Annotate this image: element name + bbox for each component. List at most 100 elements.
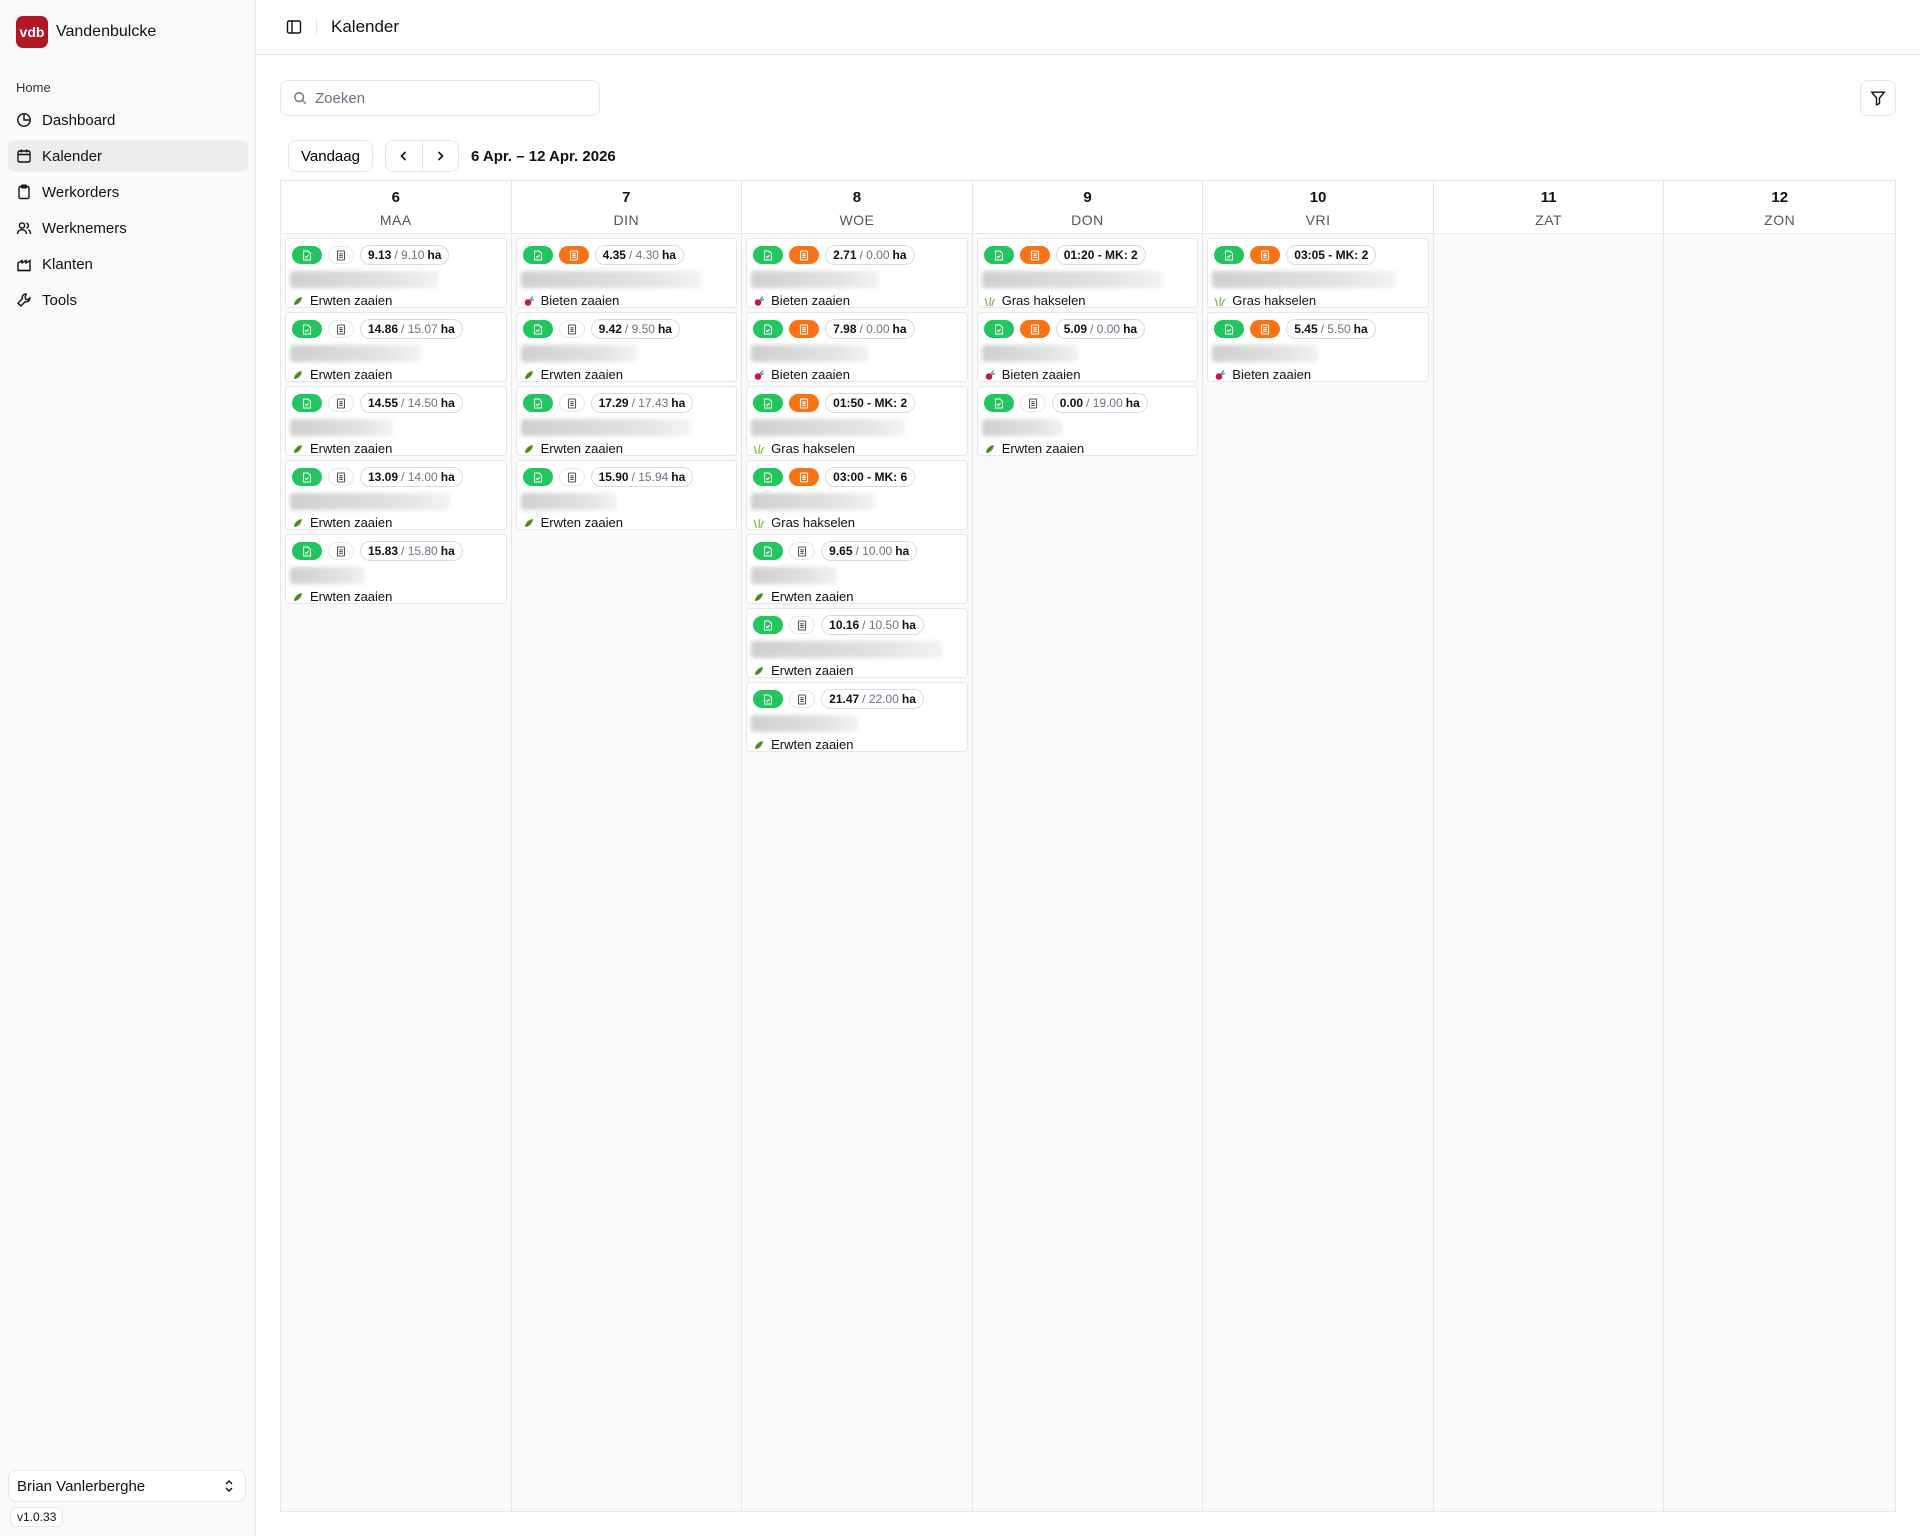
event-task: Bieten zaaien xyxy=(523,293,737,308)
task-label: Erwten zaaien xyxy=(540,515,623,530)
brand[interactable]: vdb Vandenbulcke xyxy=(16,16,156,48)
day-name: ZON xyxy=(1764,212,1796,228)
filter-icon xyxy=(1870,91,1886,106)
redacted-customer-name xyxy=(751,715,858,732)
quantity-planned: / 4.30 xyxy=(628,248,659,262)
today-button[interactable]: Vandaag xyxy=(288,140,373,172)
sidebar-item-label: Tools xyxy=(42,291,78,309)
event-card[interactable]: 03:05 - MK: 2 Gras hakselen xyxy=(1207,238,1429,308)
search-box[interactable] xyxy=(280,80,600,116)
pea-icon xyxy=(292,369,304,381)
event-badges: 01:50 - MK: 2 xyxy=(753,393,967,413)
redacted-customer-name xyxy=(520,493,617,510)
quantity-pill: 10.16/ 10.50 ha xyxy=(821,615,924,635)
event-task: Erwten zaaien xyxy=(292,515,506,530)
sidebar-item-dashboard[interactable]: Dashboard xyxy=(8,104,248,136)
event-card[interactable]: 01:20 - MK: 2 Gras hakselen xyxy=(976,238,1199,308)
quantity-planned: / 10.00 xyxy=(855,544,893,558)
task-label: Erwten zaaien xyxy=(310,589,393,604)
event-card[interactable]: 4.35/ 4.30 ha Bieten zaaien xyxy=(515,238,738,308)
document-icon xyxy=(1019,246,1050,264)
building-icon xyxy=(17,259,31,272)
quantity-planned: / 15.94 xyxy=(631,470,669,484)
quantity-done: 01:50 - MK: 2 xyxy=(833,396,908,410)
quantity-planned: / 9.10 xyxy=(394,248,425,262)
quantity-pill: 4.35/ 4.30 ha xyxy=(594,245,684,265)
day-column[interactable]: 6 MAA 9.13/ 9.10 ha Erwten zaaien 14.86/ 15.0… xyxy=(281,181,512,1511)
day-column[interactable]: 7 DIN 4.35/ 4.30 ha Bieten zaaien 9.42/ 9.50 h… xyxy=(511,181,743,1511)
event-card[interactable]: 17.29/ 17.43 ha Erwten zaaien xyxy=(515,386,738,456)
event-badges: 15.90/ 15.94 ha xyxy=(522,467,737,487)
document-icon xyxy=(328,320,354,338)
day-column[interactable]: 10 VRI 03:05 - MK: 2 Gras hakselen 5.45/ 5.5… xyxy=(1203,181,1434,1511)
event-card[interactable]: 5.09/ 0.00 ha Bieten zaaien xyxy=(976,312,1199,382)
quantity-pill: 14.86/ 15.07 ha xyxy=(360,319,463,339)
calendar-controls: Vandaag 6 Apr. – 12 Apr. 2026 xyxy=(288,140,616,172)
event-badges: 10.16/ 10.50 ha xyxy=(753,615,967,635)
event-card[interactable]: 2.71/ 0.00 ha Bieten zaaien xyxy=(746,238,968,308)
task-label: Gras hakselen xyxy=(771,515,855,530)
quantity-done: 5.45 xyxy=(1294,322,1318,336)
event-card[interactable]: 21.47/ 22.00 ha Erwten zaaien xyxy=(746,682,968,752)
day-column[interactable]: 8 WOE 2.71/ 0.00 ha Bieten zaaien 7.98/ 0.00 h… xyxy=(742,181,973,1511)
redacted-customer-name xyxy=(520,271,703,288)
document-icon xyxy=(328,542,354,560)
next-week-button[interactable] xyxy=(421,141,458,171)
day-column[interactable]: 11 ZAT xyxy=(1433,181,1665,1511)
day-number: 11 xyxy=(1540,189,1557,206)
quantity-pill: 7.98/ 0.00 ha xyxy=(825,319,915,339)
event-card[interactable]: 14.86/ 15.07 ha Erwten zaaien xyxy=(285,312,507,382)
week-calendar: 6 MAA 9.13/ 9.10 ha Erwten zaaien 14.86/ 15.0… xyxy=(280,180,1896,1512)
document-icon xyxy=(789,616,816,634)
event-card[interactable]: 14.55/ 14.50 ha Erwten zaaien xyxy=(285,386,507,456)
quantity-planned: / 17.43 xyxy=(631,396,669,410)
day-column[interactable]: 9 DON 01:20 - MK: 2 Gras hakselen 5.09/ 0.00… xyxy=(972,181,1204,1511)
event-card[interactable]: 9.42/ 9.50 ha Erwten zaaien xyxy=(515,312,738,382)
previous-week-button[interactable] xyxy=(385,141,422,171)
document-icon xyxy=(558,320,585,338)
event-card[interactable]: 15.90/ 15.94 ha Erwten zaaien xyxy=(515,460,738,530)
day-column[interactable]: 12 ZON xyxy=(1664,181,1895,1511)
pea-icon xyxy=(292,295,304,307)
day-name: DIN xyxy=(613,212,640,228)
event-task: Erwten zaaien xyxy=(984,441,1198,456)
task-label: Erwten zaaien xyxy=(1001,441,1085,456)
event-card[interactable]: 9.65/ 10.00 ha Erwten zaaien xyxy=(746,534,968,604)
sidebar-item-tools[interactable]: Tools xyxy=(8,284,248,316)
sidebar-item-klanten[interactable]: Klanten xyxy=(8,248,248,280)
event-task: Bieten zaaien xyxy=(753,367,967,382)
redacted-customer-name xyxy=(290,419,393,436)
search-input[interactable] xyxy=(315,89,575,107)
quantity-unit: ha xyxy=(440,544,455,558)
task-label: Bieten zaaien xyxy=(1001,367,1081,382)
quantity-pill: 17.29/ 17.43 ha xyxy=(590,393,694,413)
event-card[interactable]: 15.83/ 15.80 ha Erwten zaaien xyxy=(285,534,507,604)
users-icon xyxy=(16,222,32,235)
event-badges: 5.09/ 0.00 ha xyxy=(983,319,1198,339)
quantity-done: 4.35 xyxy=(602,248,626,262)
redacted-customer-name xyxy=(751,567,837,584)
sidebar-toggle-button[interactable] xyxy=(282,15,306,39)
redacted-customer-name xyxy=(751,419,905,436)
day-header: 10 VRI xyxy=(1203,181,1433,234)
event-card[interactable]: 9.13/ 9.10 ha Erwten zaaien xyxy=(285,238,507,308)
event-card[interactable]: 0.00/ 19.00 ha Erwten zaaien xyxy=(976,386,1199,456)
event-card[interactable]: 7.98/ 0.00 ha Bieten zaaien xyxy=(746,312,968,382)
sidebar-item-werkorders[interactable]: Werkorders xyxy=(8,176,248,208)
sidebar-item-werknemers[interactable]: Werknemers xyxy=(8,212,248,244)
version-badge: v1.0.33 xyxy=(10,1507,64,1527)
event-card[interactable]: 13.09/ 14.00 ha Erwten zaaien xyxy=(285,460,507,530)
user-switcher[interactable]: Brian Vanlerberghe xyxy=(8,1470,246,1502)
quantity-done: 13.09 xyxy=(368,470,399,484)
event-task: Gras hakselen xyxy=(753,441,967,456)
day-number: 10 xyxy=(1309,189,1327,206)
filter-button[interactable] xyxy=(1860,80,1896,116)
sidebar-item-kalender[interactable]: Kalender xyxy=(8,140,248,172)
day-header: 12 ZON xyxy=(1664,181,1895,234)
event-card[interactable]: 03:00 - MK: 6 Gras hakselen xyxy=(746,460,968,530)
event-card[interactable]: 5.45/ 5.50 ha Bieten zaaien xyxy=(1207,312,1429,382)
pea-icon xyxy=(523,369,535,381)
event-card[interactable]: 01:50 - MK: 2 Gras hakselen xyxy=(746,386,968,456)
event-card[interactable]: 10.16/ 10.50 ha Erwten zaaien xyxy=(746,608,968,678)
sidebar-section-label: Home xyxy=(16,80,51,95)
